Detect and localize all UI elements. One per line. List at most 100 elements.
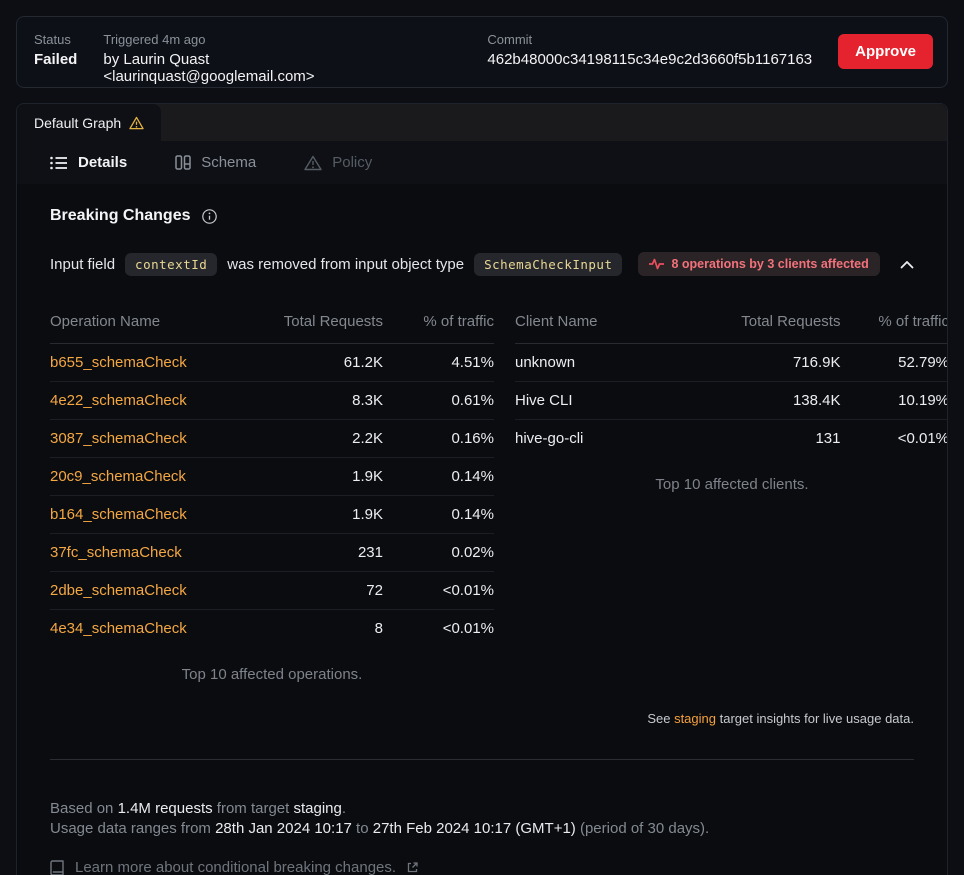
cell-value: 2.2K — [250, 420, 383, 458]
operations-table: Operation NameTotal Requests% of traffic… — [50, 302, 494, 647]
graph-tab-label: Default Graph — [34, 115, 121, 131]
operation-name-link[interactable]: 4e22_schemaCheck — [50, 382, 250, 420]
triggered-group: Triggered 4m ago by Laurin Quast <laurin… — [103, 29, 417, 85]
tab-details[interactable]: Details — [50, 154, 127, 171]
cell-value: 231 — [250, 534, 383, 572]
column-header: % of traffic — [383, 302, 494, 344]
affected-badge-label: 8 operations by 3 clients affected — [671, 257, 868, 271]
cell-value: 8.3K — [250, 382, 383, 420]
clients-table-caption: Top 10 affected clients. — [515, 476, 948, 493]
table-row: 37fc_schemaCheck2310.02% — [50, 534, 494, 572]
change-text-prefix: Input field — [50, 256, 115, 273]
cell-value: 8 — [250, 610, 383, 648]
usage-summary: Based on 1.4M requests from target stagi… — [50, 799, 914, 839]
table-row: Hive CLI138.4K10.19% — [515, 382, 948, 420]
cell-value: 0.16% — [383, 420, 494, 458]
tab-default-graph[interactable]: Default Graph — [17, 104, 161, 141]
tab-nav: Details Schema — [17, 141, 947, 184]
warning-outline-icon — [304, 155, 322, 171]
cell-value: 52.79% — [840, 344, 948, 382]
cell-value: 10.19% — [840, 382, 948, 420]
table-row: b164_schemaCheck1.9K0.14% — [50, 496, 494, 534]
warning-triangle-icon — [129, 116, 144, 130]
cell-value: 716.9K — [710, 344, 840, 382]
table-row: hive-go-cli131<0.01% — [515, 420, 948, 458]
cell-value: 4.51% — [383, 344, 494, 382]
operation-name-link[interactable]: 4e34_schemaCheck — [50, 610, 250, 648]
table-row: 4e22_schemaCheck8.3K0.61% — [50, 382, 494, 420]
table-header-row: Operation NameTotal Requests% of traffic — [50, 302, 494, 344]
table-row: unknown716.9K52.79% — [515, 344, 948, 382]
operation-name-link[interactable]: b655_schemaCheck — [50, 344, 250, 382]
table-row: 2dbe_schemaCheck72<0.01% — [50, 572, 494, 610]
commit-label: Commit — [487, 32, 812, 47]
breaking-changes-heading: Breaking Changes — [50, 207, 914, 225]
target-name: staging — [293, 800, 341, 817]
operation-name-link[interactable]: 37fc_schemaCheck — [50, 534, 250, 572]
affected-operations-badge: 8 operations by 3 clients affected — [638, 252, 879, 276]
graph-tab-strip: Default Graph — [17, 104, 947, 141]
breaking-change-accordion-header[interactable]: Input field contextId was removed from i… — [50, 252, 914, 276]
staging-target-link[interactable]: staging — [674, 711, 716, 726]
cell-value: <0.01% — [383, 572, 494, 610]
info-icon[interactable] — [202, 209, 217, 224]
check-panel: Default Graph — [16, 103, 948, 875]
book-icon — [50, 860, 64, 875]
section-title: Breaking Changes — [50, 207, 190, 225]
column-header: Operation Name — [50, 302, 250, 344]
list-icon — [50, 156, 68, 170]
cell-value: 131 — [710, 420, 840, 458]
column-header: Total Requests — [710, 302, 840, 344]
section-divider — [50, 759, 914, 760]
summary-text: Based on — [50, 800, 118, 817]
schema-icon — [175, 155, 191, 170]
operations-table-container: Operation NameTotal Requests% of traffic… — [50, 302, 494, 683]
operations-table-caption: Top 10 affected operations. — [50, 666, 494, 683]
operation-name-link[interactable]: 20c9_schemaCheck — [50, 458, 250, 496]
summary-text: to — [352, 820, 373, 837]
approve-button[interactable]: Approve — [838, 34, 933, 69]
cell-value: 0.14% — [383, 458, 494, 496]
learn-more-label: Learn more about conditional breaking ch… — [75, 859, 396, 875]
commit-group: Commit 462b48000c34198115c34e9c2d3660f5b… — [487, 29, 812, 68]
cell-value: 138.4K — [710, 382, 840, 420]
pulse-icon — [649, 258, 664, 270]
range-start-date: 28th Jan 2024 10:17 — [215, 820, 352, 837]
chevron-up-icon[interactable] — [900, 260, 914, 269]
triggered-label: Triggered 4m ago — [103, 32, 417, 47]
operation-name-link[interactable]: 3087_schemaCheck — [50, 420, 250, 458]
tab-policy-label: Policy — [332, 154, 372, 171]
type-code-chip: SchemaCheckInput — [474, 253, 622, 276]
cell-value: 0.61% — [383, 382, 494, 420]
insights-note: See staging target insights for live usa… — [50, 711, 914, 726]
operation-name-link[interactable]: b164_schemaCheck — [50, 496, 250, 534]
client-name: unknown — [515, 344, 710, 382]
column-header: Client Name — [515, 302, 710, 344]
field-code-chip: contextId — [125, 253, 217, 276]
summary-text: Usage data ranges from — [50, 820, 215, 837]
cell-value: 1.9K — [250, 458, 383, 496]
table-row: b655_schemaCheck61.2K4.51% — [50, 344, 494, 382]
table-row: 20c9_schemaCheck1.9K0.14% — [50, 458, 494, 496]
table-row: 4e34_schemaCheck8<0.01% — [50, 610, 494, 648]
clients-table-container: Client NameTotal Requests% of traffic un… — [515, 302, 948, 493]
summary-text: . — [342, 800, 346, 817]
cell-value: 0.14% — [383, 496, 494, 534]
learn-more-link[interactable]: Learn more about conditional breaking ch… — [50, 859, 914, 875]
operation-name-link[interactable]: 2dbe_schemaCheck — [50, 572, 250, 610]
tab-policy[interactable]: Policy — [304, 154, 372, 171]
tab-schema[interactable]: Schema — [175, 154, 256, 171]
commit-hash: 462b48000c34198115c34e9c2d3660f5b1167163 — [487, 51, 812, 68]
client-name: hive-go-cli — [515, 420, 710, 458]
clients-table: Client NameTotal Requests% of traffic un… — [515, 302, 948, 457]
status-value: Failed — [34, 51, 77, 68]
check-summary-card: Status Failed Triggered 4m ago by Laurin… — [16, 16, 948, 88]
cell-value: 1.9K — [250, 496, 383, 534]
cell-value: 61.2K — [250, 344, 383, 382]
cell-value: 0.02% — [383, 534, 494, 572]
usage-summary-line2: Usage data ranges from 28th Jan 2024 10:… — [50, 819, 914, 839]
tab-schema-label: Schema — [201, 154, 256, 171]
status-group: Status Failed — [34, 29, 77, 68]
client-name: Hive CLI — [515, 382, 710, 420]
status-label: Status — [34, 32, 77, 47]
